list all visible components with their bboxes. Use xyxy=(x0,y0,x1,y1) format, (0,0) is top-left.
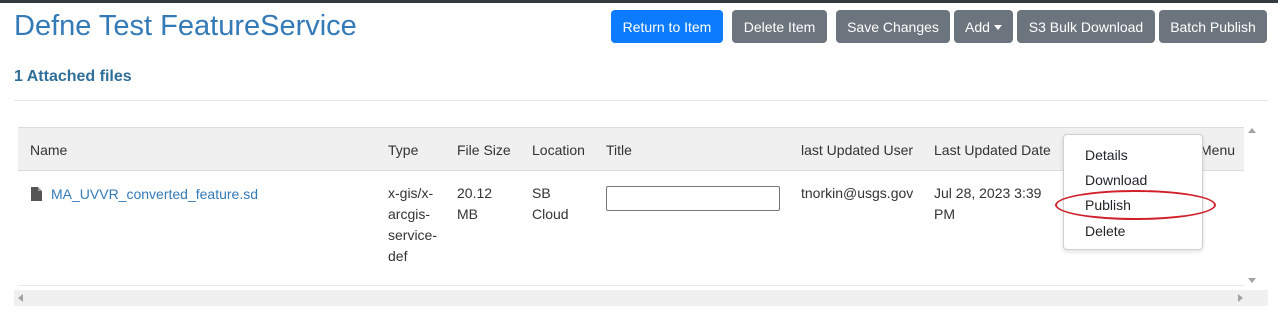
row-divider xyxy=(18,285,1244,286)
table-header: Name Type File Size Location Title last … xyxy=(18,127,1244,171)
page-title: Defne Test FeatureService xyxy=(14,10,357,42)
file-size-unit: MB xyxy=(457,206,478,222)
column-header-location: Location xyxy=(532,142,585,158)
column-header-file-size: File Size xyxy=(457,142,511,158)
column-header-name: Name xyxy=(30,142,68,158)
add-button-label: Add xyxy=(965,18,990,35)
title-input[interactable] xyxy=(606,186,780,211)
add-dropdown-button[interactable]: Add xyxy=(954,10,1013,43)
file-size-value: 20.12 xyxy=(457,185,493,201)
row-actions-menu: Details Download Publish Delete xyxy=(1063,134,1203,250)
file-type-cell: x-gis/x- arcgis- service- def xyxy=(388,183,437,267)
column-header-title: Title xyxy=(606,142,632,158)
menu-item-publish[interactable]: Publish xyxy=(1085,197,1131,213)
table-row: MA_UVVR_converted_feature.sd xyxy=(31,185,258,203)
column-header-menu: Menu xyxy=(1200,142,1236,158)
file-type-line: arcgis- xyxy=(388,206,431,222)
save-changes-button[interactable]: Save Changes xyxy=(836,10,950,43)
s3-bulk-download-button[interactable]: S3 Bulk Download xyxy=(1017,10,1155,43)
return-to-item-button[interactable]: Return to Item xyxy=(611,10,723,43)
delete-item-button[interactable]: Delete Item xyxy=(732,10,827,43)
menu-item-delete[interactable]: Delete xyxy=(1085,223,1125,239)
vertical-scrollbar[interactable] xyxy=(1244,124,1260,289)
file-size-cell: 20.12 MB xyxy=(457,183,492,225)
horizontal-scrollbar[interactable] xyxy=(14,290,1268,306)
column-header-last-updated-user: last Updated User xyxy=(801,142,914,158)
file-name-link[interactable]: MA_UVVR_converted_feature.sd xyxy=(51,185,258,203)
file-type-line: def xyxy=(388,248,408,264)
scroll-down-arrow-icon[interactable] xyxy=(1248,278,1256,283)
last-updated-date-line: Jul 28, 2023 3:39 xyxy=(934,185,1042,201)
file-type-line: service- xyxy=(388,227,438,243)
menu-item-details[interactable]: Details xyxy=(1085,147,1128,163)
last-updated-user-cell: tnorkin@usgs.gov xyxy=(801,185,914,201)
section-divider xyxy=(14,100,1268,101)
last-updated-date-line: PM xyxy=(934,206,955,222)
top-border xyxy=(0,0,1278,3)
batch-publish-button[interactable]: Batch Publish xyxy=(1159,10,1267,43)
column-header-last-updated-date: Last Updated Date xyxy=(934,142,1051,158)
scroll-left-arrow-icon[interactable] xyxy=(18,294,23,302)
scroll-up-arrow-icon[interactable] xyxy=(1248,128,1256,133)
location-cell: SB Cloud xyxy=(532,183,569,225)
file-icon xyxy=(31,187,42,201)
caret-down-icon xyxy=(993,25,1002,30)
attached-files-heading: 1 Attached files xyxy=(14,68,132,85)
location-line: SB xyxy=(532,185,551,201)
location-line: Cloud xyxy=(532,206,569,222)
menu-item-download[interactable]: Download xyxy=(1085,172,1147,188)
scroll-right-arrow-icon[interactable] xyxy=(1238,294,1243,302)
file-type-line: x-gis/x- xyxy=(388,185,434,201)
last-updated-date-cell: Jul 28, 2023 3:39 PM xyxy=(934,183,1041,225)
files-table: Name Type File Size Location Title last … xyxy=(18,127,1244,287)
column-header-type: Type xyxy=(388,142,419,158)
